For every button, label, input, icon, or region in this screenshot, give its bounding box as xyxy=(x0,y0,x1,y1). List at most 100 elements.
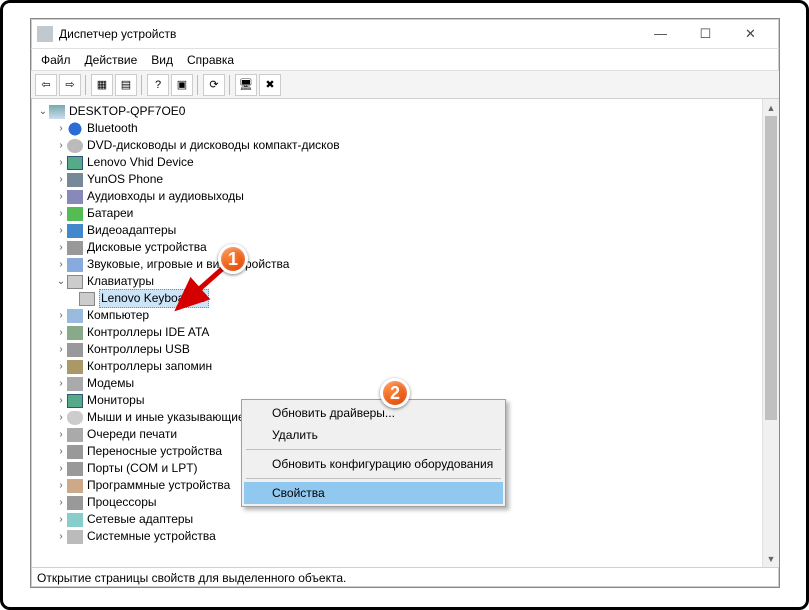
tree-item-label: Сетевые адаптеры xyxy=(87,511,193,528)
ctx-scan-hardware[interactable]: Обновить конфигурацию оборудования xyxy=(244,453,503,475)
expand-icon[interactable]: › xyxy=(55,426,67,443)
toolbar: ⇦ ⇨ ▦ ▤ ? ▣ ⟳ 🖥 ✖ xyxy=(31,71,779,99)
nav-forward-button[interactable]: ⇨ xyxy=(59,74,81,96)
toolbar-btn-7[interactable]: ✖ xyxy=(259,74,281,96)
device-category-icon xyxy=(67,496,83,510)
tree-item-label: Видеоадаптеры xyxy=(87,222,176,239)
expand-icon[interactable]: › xyxy=(55,460,67,477)
expand-icon[interactable]: › xyxy=(55,154,67,171)
tree-item[interactable]: ›Контроллеры IDE ATA xyxy=(35,324,778,341)
toolbar-btn-2[interactable]: ▤ xyxy=(115,74,137,96)
tree-item[interactable]: ›Системные устройства xyxy=(35,528,778,545)
tree-item[interactable]: ⌄ Клавиатуры xyxy=(35,273,778,290)
expand-icon[interactable]: › xyxy=(55,528,67,545)
tree-item-label: DVD-дисководы и дисководы компакт-дисков xyxy=(87,137,340,154)
device-category-icon xyxy=(67,173,83,187)
expand-icon[interactable]: › xyxy=(55,307,67,324)
expand-icon[interactable]: › xyxy=(55,239,67,256)
device-category-icon xyxy=(67,224,83,238)
ctx-separator xyxy=(246,449,501,450)
expand-icon[interactable]: › xyxy=(55,494,67,511)
scroll-track[interactable] xyxy=(763,116,779,550)
device-category-icon xyxy=(67,530,83,544)
tree-item[interactable]: › Контроллеры запомин xyxy=(35,358,778,375)
ctx-properties[interactable]: Свойства xyxy=(244,482,503,504)
toolbar-btn-6[interactable]: 🖥 xyxy=(235,74,257,96)
tree-item[interactable]: ›Батареи xyxy=(35,205,778,222)
device-category-icon xyxy=(67,360,83,374)
expand-icon[interactable]: › xyxy=(55,171,67,188)
tree-item-label: Контроллеры запомин xyxy=(87,358,212,375)
menu-action[interactable]: Действие xyxy=(85,53,138,67)
window-title: Диспетчер устройств xyxy=(59,27,638,41)
expand-icon[interactable]: › xyxy=(55,120,67,137)
tree-item[interactable]: › Видеоадаптеры xyxy=(35,222,778,239)
expand-icon[interactable]: › xyxy=(55,358,67,375)
tree-item[interactable]: ›Аудиовходы и аудиовыходы xyxy=(35,188,778,205)
toolbar-btn-4[interactable]: ▣ xyxy=(171,74,193,96)
tree-item[interactable]: ›Компьютер xyxy=(35,307,778,324)
tree-item-label: Контроллеры USB xyxy=(87,341,190,358)
expand-icon[interactable]: › xyxy=(55,443,67,460)
device-category-icon xyxy=(67,513,83,527)
device-category-icon xyxy=(67,326,83,340)
expand-icon[interactable]: › xyxy=(55,341,67,358)
tree-item-label: Клавиатуры xyxy=(87,273,154,290)
nav-back-button[interactable]: ⇦ xyxy=(35,74,57,96)
maximize-button[interactable]: ☐ xyxy=(683,20,728,48)
expand-icon[interactable]: ⌄ xyxy=(55,273,67,290)
expand-icon[interactable]: › xyxy=(55,409,67,426)
scroll-thumb[interactable] xyxy=(765,116,777,420)
expand-icon[interactable]: › xyxy=(55,222,67,239)
toolbar-help-button[interactable]: ? xyxy=(147,74,169,96)
vertical-scrollbar[interactable]: ▲ ▼ xyxy=(762,99,779,567)
expand-icon[interactable]: › xyxy=(55,477,67,494)
tree-root[interactable]: ⌄ DESKTOP-QPF7OE0 xyxy=(35,103,778,120)
tree-item[interactable]: ›Дисковые устройства xyxy=(35,239,778,256)
ctx-delete[interactable]: Удалить xyxy=(244,424,503,446)
tree-item[interactable]: › Сетевые адаптеры xyxy=(35,511,778,528)
toolbar-btn-1[interactable]: ▦ xyxy=(91,74,113,96)
tree-item[interactable]: ›Bluetooth xyxy=(35,120,778,137)
device-category-icon xyxy=(67,258,83,272)
ctx-update-drivers[interactable]: Обновить драйверы... xyxy=(244,402,503,424)
expand-icon[interactable]: › xyxy=(55,188,67,205)
tree-item-label: Порты (COM и LPT) xyxy=(87,460,198,477)
device-category-icon xyxy=(67,428,83,442)
menu-help[interactable]: Справка xyxy=(187,53,234,67)
device-category-icon xyxy=(67,343,83,357)
tree-item[interactable]: › Lenovo Vhid Device xyxy=(35,154,778,171)
device-category-icon xyxy=(67,309,83,323)
device-category-icon xyxy=(67,241,83,255)
tree-item-selected[interactable]: Lenovo Keyboard D xyxy=(35,290,778,307)
device-category-icon xyxy=(67,122,83,136)
expand-icon[interactable]: › xyxy=(55,375,67,392)
expand-icon[interactable]: › xyxy=(55,137,67,154)
scroll-down-button[interactable]: ▼ xyxy=(763,550,779,567)
expand-icon[interactable]: › xyxy=(55,392,67,409)
keyboard-icon xyxy=(79,292,95,306)
device-category-icon xyxy=(67,156,83,170)
tree-item[interactable]: › DVD-дисководы и дисководы компакт-диско… xyxy=(35,137,778,154)
device-category-icon xyxy=(67,445,83,459)
tree-item[interactable]: › Контроллеры USB xyxy=(35,341,778,358)
tree-item-label: YunOS Phone xyxy=(87,171,163,188)
tree-item[interactable]: ›Звуковые, игровые и виде…ройства xyxy=(35,256,778,273)
minimize-button[interactable]: — xyxy=(638,20,683,48)
expand-icon[interactable]: › xyxy=(55,324,67,341)
expand-icon[interactable]: › xyxy=(55,511,67,528)
tree-item-label: Lenovo Vhid Device xyxy=(87,154,194,171)
menu-file[interactable]: Файл xyxy=(41,53,71,67)
expand-icon[interactable]: ⌄ xyxy=(37,103,49,120)
tree-item[interactable]: › YunOS Phone xyxy=(35,171,778,188)
expand-icon[interactable]: › xyxy=(55,205,67,222)
scroll-up-button[interactable]: ▲ xyxy=(763,99,779,116)
menu-view[interactable]: Вид xyxy=(151,53,173,67)
expand-icon[interactable]: › xyxy=(55,256,67,273)
toolbar-scan-button[interactable]: ⟳ xyxy=(203,74,225,96)
tree-item-label: Очереди печати xyxy=(87,426,177,443)
tree-item-label: Программные устройства xyxy=(87,477,230,494)
toolbar-separator xyxy=(85,75,87,95)
close-button[interactable]: ✕ xyxy=(728,20,773,48)
computer-icon xyxy=(49,105,65,119)
